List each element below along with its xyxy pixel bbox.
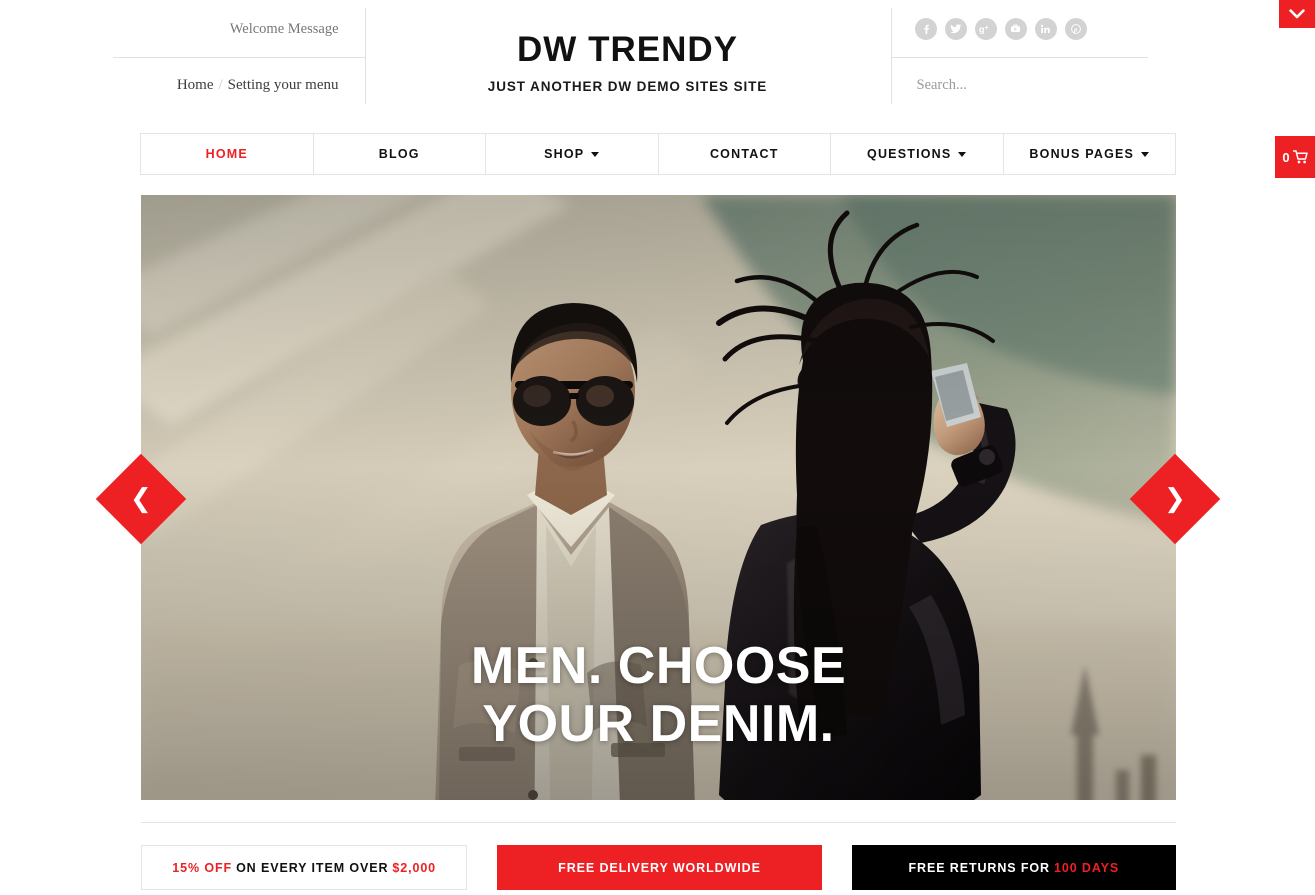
nav-item-contact[interactable]: CONTACT (659, 134, 831, 174)
promo-free-delivery-label: FREE DELIVERY WORLDWIDE (558, 860, 761, 875)
facebook-icon[interactable] (914, 17, 937, 40)
chevron-right-icon: ❯ (1164, 483, 1186, 514)
nav-item-questions[interactable]: QUESTIONS (831, 134, 1004, 174)
linkedin-icon[interactable] (1034, 17, 1057, 40)
site-header: Welcome Message Home / Setting your menu D… (0, 0, 1260, 112)
promo-free-returns[interactable]: FREE RETURNS FOR 100 DAYS (851, 845, 1176, 890)
chevron-down-icon (1289, 9, 1305, 19)
breadcrumb: Home / Setting your menu (113, 58, 365, 112)
cart-count: 0 (1282, 149, 1290, 165)
promo-free-returns-duration: 100 DAYS (1054, 860, 1120, 875)
twitter-icon[interactable] (944, 17, 967, 40)
nav-item-home[interactable]: HOME (141, 134, 314, 174)
welcome-message: Welcome Message (112, 0, 365, 58)
promo-banner-row: 15% OFF ON EVERY ITEM OVER $2,000 FREE DEL… (141, 845, 1176, 890)
promo-discount-condition: ON EVERY ITEM OVER (236, 860, 389, 875)
nav-item-label: SHOP (544, 147, 585, 161)
hero-image (141, 195, 1176, 800)
promo-free-returns-label: FREE RETURNS FOR (908, 860, 1050, 875)
chevron-down-icon (1141, 151, 1150, 157)
promo-divider (141, 822, 1176, 823)
shopping-cart-icon (1292, 150, 1308, 164)
header-inner: Welcome Message Home / Setting your menu D… (112, 0, 1148, 112)
search-input[interactable] (914, 75, 1148, 95)
cart-widget[interactable]: 0 (1275, 136, 1315, 178)
header-left-column: Welcome Message Home / Setting your menu (112, 0, 365, 112)
site-logo[interactable]: DW TRENDY (365, 0, 891, 70)
search-bar (891, 58, 1148, 112)
chevron-down-icon (591, 151, 600, 157)
chevron-down-icon (958, 151, 967, 157)
google-plus-icon[interactable]: g + (974, 17, 997, 40)
nav-item-blog[interactable]: BLOG (314, 134, 486, 174)
promo-discount-amount: 15% OFF (172, 860, 233, 875)
hero-carousel[interactable]: MEN. CHOOSE YOUR DENIM. (141, 195, 1176, 800)
svg-text:p: p (1073, 26, 1078, 33)
nav-item-bonus-pages[interactable]: BONUS PAGES (1004, 134, 1176, 174)
nav-item-label: QUESTIONS (867, 147, 952, 161)
promo-free-delivery[interactable]: FREE DELIVERY WORLDWIDE (497, 845, 822, 890)
pinterest-icon[interactable]: p (1064, 17, 1087, 40)
site-tagline: JUST ANOTHER DW DEMO SITES SITE (487, 79, 768, 94)
breadcrumb-home[interactable]: Home (177, 77, 214, 93)
youtube-icon[interactable] (1004, 17, 1027, 40)
header-right-column: g + p (890, 0, 1148, 112)
promo-discount[interactable]: 15% OFF ON EVERY ITEM OVER $2,000 (141, 845, 468, 890)
nav-item-shop[interactable]: SHOP (486, 134, 659, 174)
breadcrumb-separator: / (218, 77, 223, 93)
panel-toggle-button[interactable] (1279, 0, 1315, 28)
social-links: g + p (890, 0, 1148, 58)
breadcrumb-current: Setting your menu (227, 77, 339, 93)
main-navigation: HOME BLOG SHOP CONTACT QUESTIONS BONUS P… (140, 133, 1176, 175)
page-root: Welcome Message Home / Setting your menu D… (0, 0, 1315, 895)
svg-text:+: + (985, 25, 989, 32)
nav-item-label: BONUS PAGES (1029, 147, 1135, 161)
chevron-left-icon: ❮ (130, 483, 152, 514)
header-center-column: DW TRENDY JUST ANOTHER DW DEMO SITES SIT… (365, 0, 891, 94)
nav-item-label: CONTACT (709, 147, 779, 161)
promo-discount-threshold: $2,000 (392, 860, 437, 875)
nav-item-label: HOME (205, 147, 248, 161)
nav-item-label: BLOG (378, 147, 420, 161)
